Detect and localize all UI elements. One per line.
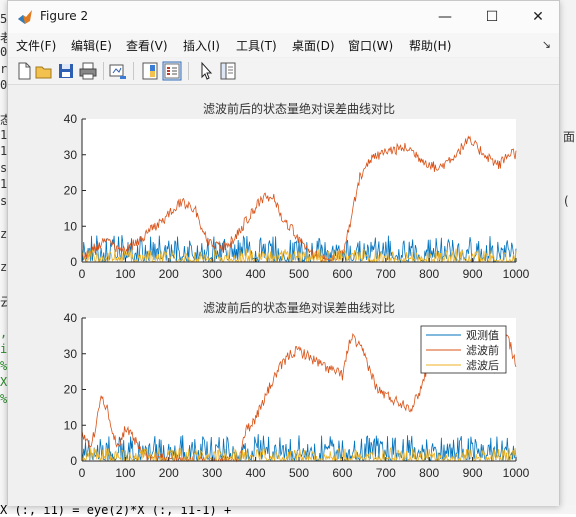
y-tick-label: 40 bbox=[64, 311, 78, 325]
figure-canvas[interactable]: 0 100 200 300 400 500 600 700 800 900 1000 0 10 20 30 4… bbox=[8, 85, 559, 506]
legend-label-observed: 观测值 bbox=[466, 329, 499, 342]
figure-window: Figure 2 — ☐ ✕ 文件(F) 编辑(E) 查看(V) 插入(I) 工… bbox=[7, 0, 560, 506]
x-tick-label: 1000 bbox=[503, 466, 530, 480]
x-tick-label: 300 bbox=[202, 466, 222, 480]
legend-label-after: 滤波后 bbox=[466, 359, 499, 372]
y-tick-label: 30 bbox=[64, 347, 78, 361]
axes-top-title: 滤波前后的状态量绝对误差曲线对比 bbox=[203, 101, 395, 116]
y-tick-label: 20 bbox=[64, 184, 78, 198]
x-tick-label: 500 bbox=[289, 466, 309, 480]
x-tick-label: 300 bbox=[202, 267, 222, 281]
x-tick-label: 700 bbox=[376, 267, 396, 281]
y-tick-label: 10 bbox=[64, 418, 78, 432]
axes-top[interactable]: 0 100 200 300 400 500 600 700 800 900 1000 0 10 20 30 4… bbox=[64, 101, 530, 281]
x-tick-label: 800 bbox=[419, 267, 439, 281]
y-tick-label: 0 bbox=[70, 255, 77, 269]
y-tick-label: 40 bbox=[64, 112, 78, 126]
legend[interactable]: 观测值 滤波前 滤波后 bbox=[420, 325, 507, 374]
y-tick-label: 0 bbox=[70, 454, 77, 468]
axes-bottom-title: 滤波前后的状态量绝对误差曲线对比 bbox=[203, 300, 395, 315]
x-tick-label: 500 bbox=[289, 267, 309, 281]
x-tick-label: 400 bbox=[246, 466, 266, 480]
x-tick-label: 400 bbox=[246, 267, 266, 281]
x-tick-label: 0 bbox=[79, 466, 86, 480]
x-tick-label: 200 bbox=[159, 267, 179, 281]
y-tick-label: 20 bbox=[64, 383, 78, 397]
x-tick-label: 0 bbox=[79, 267, 86, 281]
axes-bottom[interactable]: 0 100 200 300 400 500 600 700 800 900 1000 0 10 20 30 4… bbox=[64, 300, 530, 480]
x-tick-label: 1000 bbox=[503, 267, 530, 281]
y-tick-label: 30 bbox=[64, 148, 78, 162]
x-tick-label: 200 bbox=[159, 466, 179, 480]
x-tick-label: 800 bbox=[419, 466, 439, 480]
figure-plots: 0 100 200 300 400 500 600 700 800 900 100001020304… bbox=[64, 101, 530, 480]
x-tick-label: 100 bbox=[115, 267, 135, 281]
y-tick-label: 10 bbox=[64, 219, 78, 233]
legend-label-before: 滤波前 bbox=[466, 343, 499, 357]
x-tick-label: 700 bbox=[376, 466, 396, 480]
x-tick-label: 600 bbox=[332, 267, 352, 281]
x-tick-label: 900 bbox=[463, 466, 483, 480]
x-tick-label: 600 bbox=[332, 466, 352, 480]
x-tick-label: 100 bbox=[115, 466, 135, 480]
x-tick-label: 900 bbox=[463, 267, 483, 281]
